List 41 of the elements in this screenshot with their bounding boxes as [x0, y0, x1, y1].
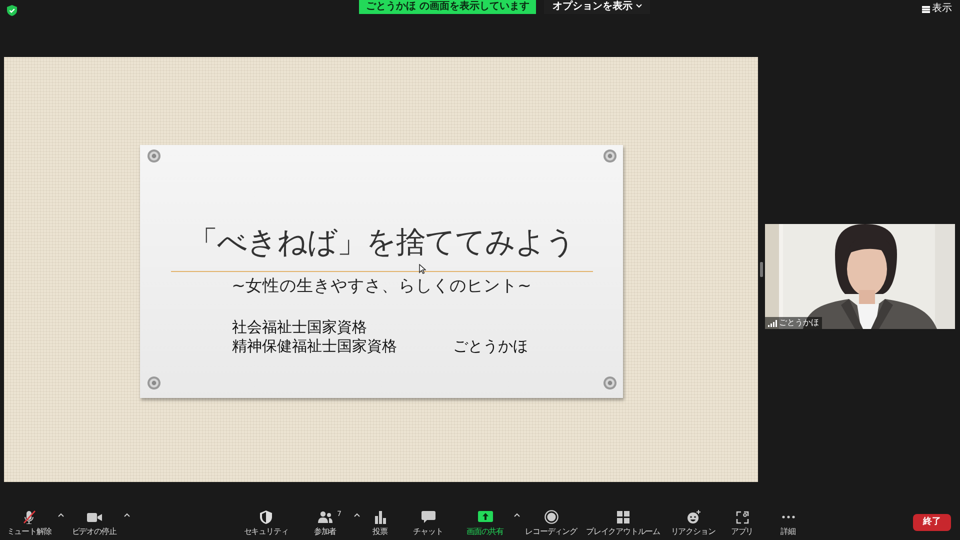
chevron-down-icon: [636, 4, 642, 8]
grid-icon: [922, 6, 930, 12]
microphone-icon: [22, 510, 36, 524]
toolbar-button[interactable]: 投票: [360, 505, 400, 540]
bar-chart-icon: [372, 510, 388, 524]
mouse-cursor-icon: [419, 264, 426, 274]
screen-share-banner: ごとうかほ の画面を表示しています: [359, 0, 536, 14]
view-button[interactable]: 表示: [922, 3, 952, 15]
toolbar-button[interactable]: 画面の共有: [456, 505, 514, 540]
author-name: ごとうかほ: [453, 337, 528, 356]
smiley-icon: [686, 510, 700, 524]
security-shield-icon[interactable]: [7, 5, 17, 16]
toolbar-button[interactable]: ミュート解除: [0, 505, 58, 540]
slide-title: 「べきねば」を捨ててみよう: [188, 224, 575, 262]
toolbar-button[interactable]: 詳細: [762, 505, 814, 540]
slide-subtitle: ~女性の生きやすさ、らしくのヒント~: [232, 276, 532, 296]
resize-handle[interactable]: [760, 262, 763, 277]
record-icon: [544, 510, 558, 524]
toolbar-button[interactable]: チャット: [400, 505, 456, 540]
screw-icon: [147, 149, 161, 163]
screw-icon: [603, 149, 617, 163]
screw-icon: [147, 376, 161, 390]
participant-name: ごとうかほ: [779, 318, 819, 328]
toolbar-button[interactable]: セキュリティ: [236, 505, 296, 540]
toolbar-button[interactable]: ビデオの停止: [64, 505, 124, 540]
signal-icon: [768, 320, 777, 326]
grid-icon: [616, 510, 630, 524]
view-options-button[interactable]: オプションを表示: [544, 0, 650, 14]
end-meeting-button[interactable]: 終了: [913, 514, 951, 531]
toolbar-button[interactable]: アプリ: [722, 505, 762, 540]
toolbar-button[interactable]: リアクション: [664, 505, 722, 540]
toolbar-button[interactable]: ブレイクアウトルーム: [582, 505, 664, 540]
chat-bubble-icon: [420, 510, 436, 524]
screw-icon: [603, 376, 617, 390]
toolbar-button[interactable]: レコーディング: [520, 505, 582, 540]
apps-icon: [734, 510, 750, 524]
qualification-text: 精神保健福祉士国家資格: [232, 337, 397, 356]
people-icon: [318, 510, 332, 524]
qualification-text: 社会福祉士国家資格: [232, 318, 368, 337]
video-camera-icon: [86, 510, 102, 524]
shield-icon: [258, 510, 274, 524]
